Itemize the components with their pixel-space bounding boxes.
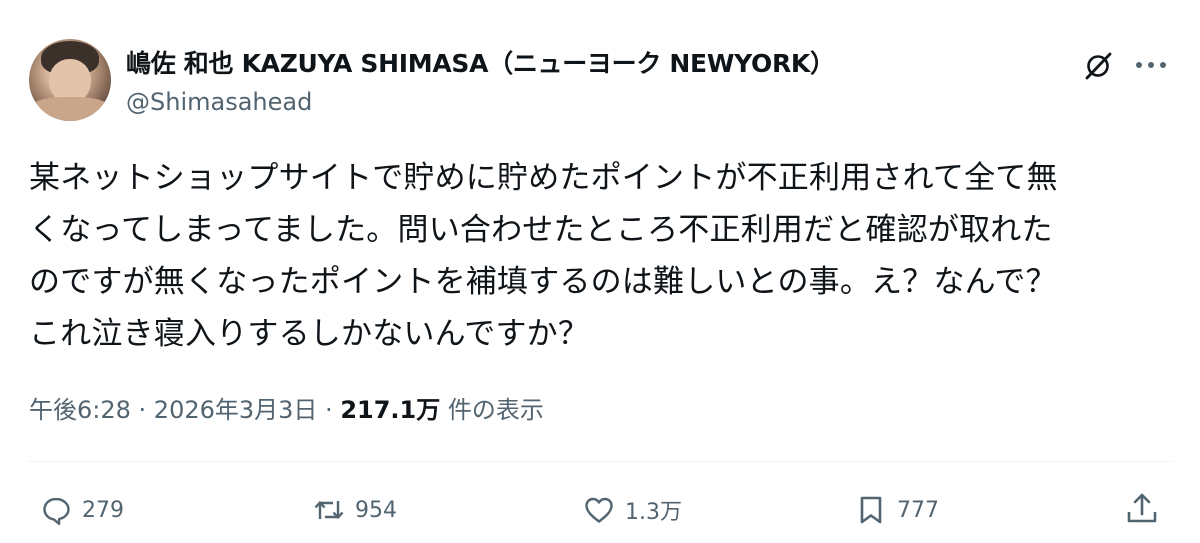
reply-icon (43, 497, 70, 525)
tweet-text-line: これ泣き寝入りするしかないんですか？ (29, 316, 590, 352)
author-display-name[interactable]: 嶋佐 和也 KAZUYA SHIMASA（ニューヨーク NEWYORK） (126, 44, 835, 80)
more-icon[interactable] (1133, 54, 1169, 76)
repost-icon (314, 501, 344, 519)
like-count: 1.3万 (625, 500, 682, 525)
like-button[interactable]: 1.3万 (583, 490, 682, 530)
bookmark-button[interactable]: 777 (855, 490, 939, 530)
tweet-date[interactable]: 2026年3月3日 (154, 396, 318, 424)
meta-separator: · (130, 396, 154, 424)
tweet-text: 某ネットショップサイトで貯めに貯めたポイントが不正利用されて全て無 くなってしま… (29, 152, 1174, 360)
avatar[interactable] (29, 39, 111, 121)
tweet-time[interactable]: 午後6:28 (29, 396, 131, 424)
tweet-text-line: くなってしまってました。問い合わせたところ不正利用だと確認が取れた (29, 212, 1053, 248)
divider (29, 461, 1171, 462)
tweet-text-line: 某ネットショップサイトで貯めに貯めたポイントが不正利用されて全て無 (29, 160, 1058, 196)
heart-icon (585, 497, 613, 523)
repost-button[interactable]: 954 (313, 490, 397, 530)
bookmark-count: 777 (897, 497, 939, 523)
reply-count: 279 (82, 497, 124, 523)
grok-icon[interactable] (1082, 50, 1114, 82)
view-count: 217.1万 (340, 396, 441, 424)
avatar-body (29, 97, 111, 121)
reply-button[interactable]: 279 (40, 490, 124, 530)
tweet-text-line: のですが無くなったポイントを補填するのは難しいとの事。え？なんで？ (29, 264, 1057, 300)
meta-separator: · (317, 396, 341, 424)
bookmark-icon (860, 496, 882, 524)
share-icon[interactable] (1124, 490, 1160, 526)
repost-count: 954 (355, 497, 397, 523)
view-count-label: 件の表示 (440, 396, 544, 424)
author-handle[interactable]: @Shimasahead (126, 88, 312, 116)
tweet-meta: 午後6:28 · 2026年3月3日 · 217.1万 件の表示 (29, 390, 544, 425)
